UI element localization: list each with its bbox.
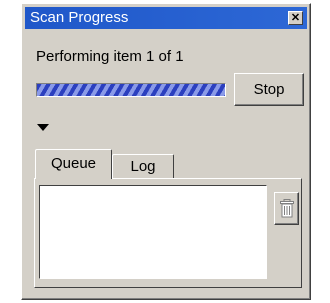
status-text: Performing item 1 of 1 bbox=[36, 48, 184, 65]
window-title: Scan Progress bbox=[30, 9, 129, 26]
title-bar[interactable]: Scan Progress ✕ bbox=[25, 7, 307, 29]
triangle-down-icon[interactable] bbox=[37, 124, 49, 131]
progress-fill bbox=[37, 84, 225, 96]
close-button[interactable]: ✕ bbox=[288, 11, 303, 25]
delete-button[interactable] bbox=[274, 192, 299, 225]
queue-list[interactable] bbox=[39, 185, 267, 279]
progress-bar bbox=[36, 83, 226, 97]
tab-queue[interactable]: Queue bbox=[35, 149, 112, 179]
tab-log[interactable]: Log bbox=[112, 154, 174, 180]
queue-tab-panel bbox=[34, 178, 302, 288]
close-icon: ✕ bbox=[290, 12, 301, 24]
scan-progress-window: Scan Progress ✕ Performing item 1 of 1 S… bbox=[21, 3, 311, 300]
stop-button[interactable]: Stop bbox=[234, 73, 304, 106]
trash-icon bbox=[279, 199, 294, 218]
